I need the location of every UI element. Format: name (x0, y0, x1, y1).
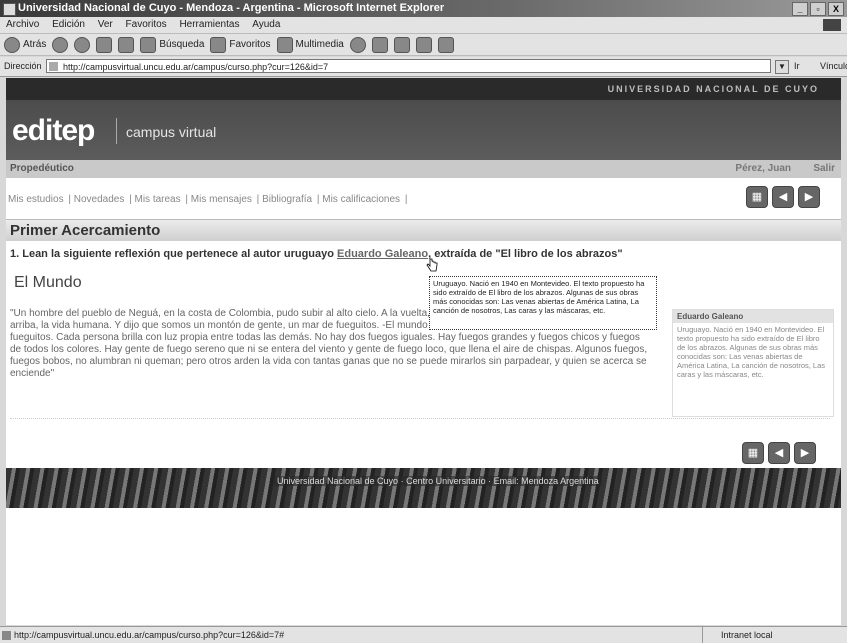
nav-links: Mis estudios | Novedades | Mis tareas | … (8, 194, 408, 205)
menu-favoritos[interactable]: Favoritos (126, 19, 167, 30)
window-title: Universidad Nacional de Cuyo - Mendoza -… (18, 2, 445, 14)
address-bar: Dirección http://campusvirtual.uncu.edu.… (0, 57, 847, 77)
search-icon (140, 36, 157, 53)
menu-bar: Archivo Edición Ver Favoritos Herramient… (0, 17, 847, 34)
history-button[interactable] (349, 36, 366, 53)
author-link[interactable]: Eduardo Galeano (337, 248, 428, 260)
content-divider (10, 418, 830, 419)
author-sidebox: Eduardo Galeano Uruguayo. Nació en 1940 … (672, 309, 834, 417)
ie-icon (3, 3, 16, 16)
menu-ayuda[interactable]: Ayuda (252, 19, 280, 30)
instruction-text-pre: 1. Lean la siguiente reflexión que perte… (10, 248, 338, 260)
menu-herramientas[interactable]: Herramientas (179, 19, 239, 30)
back-arrow-icon (4, 36, 20, 53)
nav-mis-calificaciones[interactable]: Mis calificaciones (322, 194, 400, 205)
discuss-button[interactable] (437, 36, 454, 53)
mail-icon (371, 36, 388, 53)
site-banner: editep campus virtual (6, 100, 841, 160)
course-nav: Mis estudios | Novedades | Mis tareas | … (6, 178, 841, 218)
nav-bibliografia[interactable]: Bibliografía (262, 194, 312, 205)
address-input[interactable]: http://campusvirtual.uncu.edu.ar/campus/… (46, 59, 771, 73)
logout-link[interactable]: Salir (813, 160, 835, 178)
back-button[interactable]: Atrás (4, 36, 47, 53)
menu-ver[interactable]: Ver (98, 19, 113, 30)
sidebox-title: Eduardo Galeano (673, 310, 833, 323)
multimedia-icon (276, 36, 293, 53)
nav-mis-estudios[interactable]: Mis estudios (8, 194, 64, 205)
hand-cursor-icon (426, 258, 438, 272)
print-icon (393, 36, 410, 53)
next-icon-bottom[interactable]: ▶ (794, 442, 816, 464)
favorites-icon (210, 36, 227, 53)
edit-button[interactable] (415, 36, 432, 53)
address-url: http://campusvirtual.uncu.edu.ar/campus/… (63, 62, 329, 72)
search-label: Búsqueda (159, 39, 205, 50)
forward-arrow-icon (52, 36, 69, 53)
edit-icon (415, 36, 432, 53)
status-url: http://campusvirtual.uncu.edu.ar/campus/… (14, 630, 285, 640)
multimedia-button[interactable]: Multimedia (276, 36, 344, 53)
mail-button[interactable] (371, 36, 388, 53)
stop-icon (74, 36, 91, 53)
instruction-text-post: , extraída de "El libro de los abrazos" (428, 248, 623, 260)
university-strip: UNIVERSIDAD NACIONAL DE CUYO (6, 78, 841, 100)
print-button[interactable] (393, 36, 410, 53)
site-footer: Universidad Nacional de Cuyo · Centro Un… (6, 468, 841, 508)
favorites-button[interactable]: Favoritos (210, 36, 271, 53)
history-icon (349, 36, 366, 53)
toolbar: Atrás Búsqueda Favoritos Multimedia (0, 34, 847, 56)
minimize-button[interactable]: _ (792, 2, 808, 16)
window-controls: _ ▫ X (792, 2, 844, 16)
footer-text: Universidad Nacional de Cuyo · Centro Un… (274, 476, 602, 486)
index-icon-bottom[interactable]: ▦ (742, 442, 764, 464)
prev-icon-bottom[interactable]: ◀ (768, 442, 790, 464)
brand-subtitle: campus virtual (126, 124, 217, 140)
home-button[interactable] (118, 36, 135, 53)
window-titlebar: Universidad Nacional de Cuyo - Mendoza -… (0, 0, 847, 17)
search-button[interactable]: Búsqueda (140, 36, 205, 53)
discuss-icon (437, 36, 454, 53)
refresh-button[interactable] (96, 36, 113, 53)
page-status-icon (2, 631, 11, 640)
address-dropdown-button[interactable]: ▼ (775, 60, 789, 74)
brand-divider (116, 118, 117, 144)
close-button[interactable]: X (828, 2, 844, 16)
index-icon[interactable]: ▦ (746, 186, 768, 208)
nav-mis-tareas[interactable]: Mis tareas (134, 194, 180, 205)
sidebox-text: Uruguayo. Nació en 1940 en Montevideo. E… (677, 325, 826, 379)
go-button[interactable]: Ir (794, 61, 800, 71)
back-label: Atrás (23, 39, 47, 50)
windows-logo-icon (823, 19, 841, 31)
course-bar: Propedéutico Pérez, Juan Salir (6, 160, 841, 178)
reading-heading: El Mundo (14, 274, 82, 291)
nav-mis-mensajes[interactable]: Mis mensajes (191, 194, 252, 205)
security-zone: Intranet local (702, 627, 841, 643)
page-viewport: UNIVERSIDAD NACIONAL DE CUYO editep camp… (6, 78, 841, 625)
refresh-icon (96, 36, 113, 53)
maximize-button[interactable]: ▫ (810, 2, 826, 16)
status-bar: http://campusvirtual.uncu.edu.ar/campus/… (0, 626, 847, 643)
nav-novedades[interactable]: Novedades (74, 194, 125, 205)
course-name: Propedéutico (10, 163, 74, 174)
user-name: Pérez, Juan (735, 163, 791, 174)
favorites-label: Favoritos (229, 39, 271, 50)
brand-logo[interactable]: editep (12, 114, 95, 148)
address-label: Dirección (4, 61, 42, 71)
stop-button[interactable] (74, 36, 91, 53)
multimedia-label: Multimedia (295, 39, 344, 50)
author-tooltip: Uruguayo. Nació en 1940 en Montevideo. E… (429, 276, 657, 330)
menu-archivo[interactable]: Archivo (6, 19, 39, 30)
instruction: 1. Lean la siguiente reflexión que perte… (10, 248, 623, 260)
links-button[interactable]: Vínculos (820, 61, 847, 71)
home-icon (118, 36, 135, 53)
menu-edicion[interactable]: Edición (52, 19, 85, 30)
forward-button[interactable] (52, 36, 69, 53)
section-title: Primer Acercamiento (6, 219, 841, 241)
university-name: UNIVERSIDAD NACIONAL DE CUYO (607, 84, 819, 94)
next-icon[interactable]: ▶ (798, 186, 820, 208)
prev-icon[interactable]: ◀ (772, 186, 794, 208)
page-icon (49, 62, 58, 71)
